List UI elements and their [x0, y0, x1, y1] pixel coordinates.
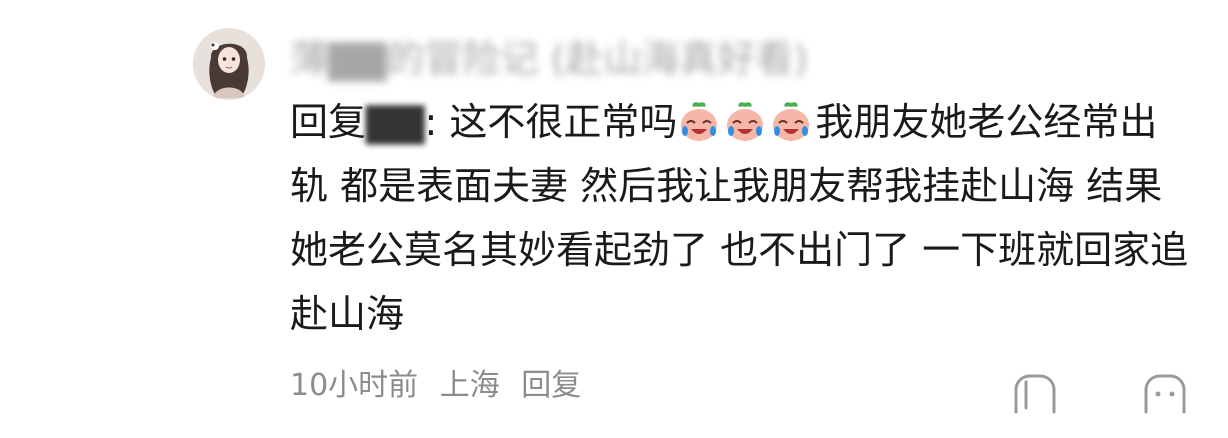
comment-time: 10小时前 — [290, 368, 419, 403]
comment-text-start: 这不很正常吗 — [449, 100, 678, 144]
comment-body: 回复▇▇: 这不很正常吗 我朋友她老公经常出轨 都是表面夫妻 然后我让我朋友帮我挂… — [290, 90, 1190, 346]
reply-button[interactable]: 回复 — [521, 368, 581, 403]
comment-card: 薄▇▇的冒险记 (赴山海真好看) 回复▇▇: 这不很正常吗 我朋友她老公经常出轨 … — [0, 0, 1228, 438]
username-text: 薄▇▇的冒险记 (赴山海真好看) — [290, 37, 809, 81]
reply-target-user[interactable]: ▇▇ — [366, 90, 424, 154]
reply-separator: : — [424, 100, 450, 144]
comment-location: 上海 — [439, 368, 500, 403]
more-icon[interactable] — [1138, 368, 1192, 422]
crying-laughing-peach-icon — [723, 98, 767, 142]
reply-prefix: 回复 — [290, 100, 367, 144]
comment-meta: 10小时前 上海 回复 — [290, 366, 593, 406]
avatar[interactable] — [193, 28, 265, 100]
crying-laughing-peach-icon — [769, 98, 813, 142]
thumb-up-icon[interactable] — [1008, 368, 1062, 422]
username[interactable]: 薄▇▇的冒险记 (赴山海真好看) — [290, 36, 808, 82]
crying-laughing-peach-icon — [677, 98, 721, 142]
